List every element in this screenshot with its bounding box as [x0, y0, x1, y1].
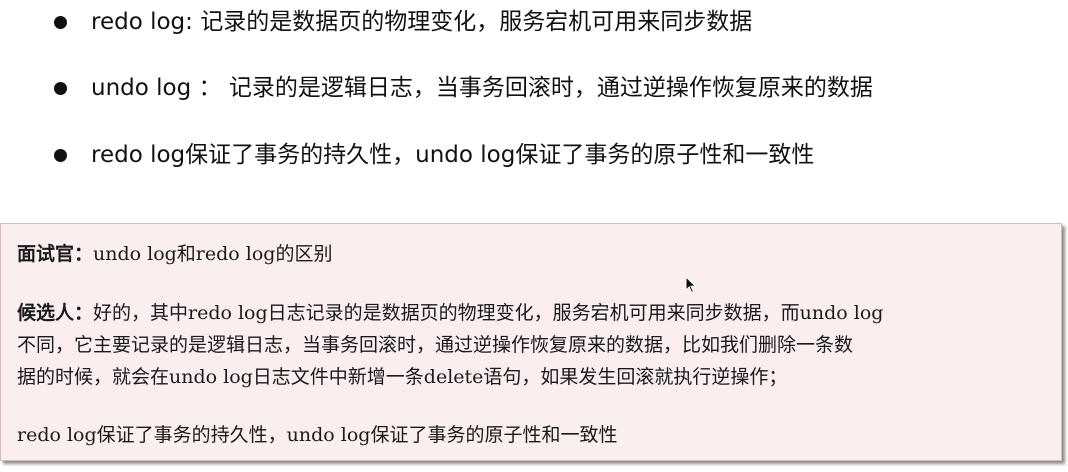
interviewer-question: 面试官：undo log和redo log的区别: [17, 238, 1057, 270]
candidate-answer-line-1: 候选人：好的，其中redo log日志记录的是数据页的物理变化，服务宕机可用来同…: [17, 297, 1057, 329]
bullet-item-undo-log: undo log ： 记录的是逻辑日志，当事务回滚时，通过逆操作恢复原来的数据: [54, 68, 873, 108]
bullet-dot-icon: [54, 81, 67, 95]
summary-line: redo log保证了事务的持久性，undo log保证了事务的原子性和一致性: [17, 424, 618, 446]
bullet-dot-icon: [54, 15, 67, 29]
candidate-answer-line-2: 不同，它主要记录的是逻辑日志，当事务回滚时，通过逆操作恢复原来的数据，比如我们删…: [17, 334, 854, 356]
bullet-item-redo-log: redo log: 记录的是数据页的物理变化，服务宕机可用来同步数据: [54, 2, 752, 42]
bullet-text: redo log: 记录的是数据页的物理变化，服务宕机可用来同步数据: [91, 9, 753, 35]
bullet-item-summary: redo log保证了事务的持久性，undo log保证了事务的原子性和一致性: [54, 135, 814, 175]
bullet-text: redo log保证了事务的持久性，undo log保证了事务的原子性和一致性: [91, 142, 815, 168]
mouse-cursor-icon: [685, 276, 697, 294]
candidate-answer-line-3: 据的时候，就会在undo log日志文件中新增一条delete语句，如果发生回滚…: [17, 366, 788, 388]
bullet-dot-icon: [54, 148, 67, 162]
candidate-label: 候选人：: [17, 302, 94, 324]
interviewer-label: 面试官：: [17, 243, 94, 265]
interview-dialog-box: 面试官：undo log和redo log的区别 候选人：好的，其中redo l…: [0, 223, 1062, 461]
interviewer-text: undo log和redo log的区别: [93, 243, 333, 265]
bullet-list: redo log: 记录的是数据页的物理变化，服务宕机可用来同步数据 undo …: [0, 0, 1068, 200]
candidate-text-1: 好的，其中redo log日志记录的是数据页的物理变化，服务宕机可用来同步数据，…: [93, 302, 884, 324]
bullet-text: undo log ： 记录的是逻辑日志，当事务回滚时，通过逆操作恢复原来的数据: [91, 75, 873, 101]
